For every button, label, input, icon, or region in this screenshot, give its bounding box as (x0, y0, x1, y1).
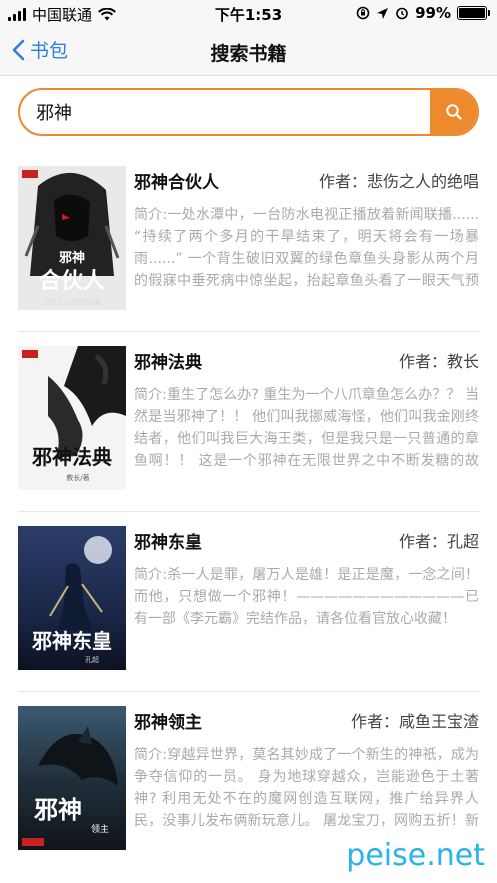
cover-subtitle: 教长/著 (66, 473, 89, 482)
cover-title-top: 邪神 (58, 250, 85, 266)
book-item[interactable]: 邪神 合伙人 悲伤之人的绝唱/著 邪神合伙人 作者：悲伤之人的绝唱 简介:一处水… (18, 152, 479, 332)
book-cover: 邪神 领主 (18, 706, 126, 850)
book-cover: 邪神 合伙人 悲伤之人的绝唱/著 (18, 166, 126, 310)
book-description: 简介:杀一人是罪，屠万人是雄！是正是魔，一念之间！而他，只想做一个邪神！————… (134, 567, 479, 627)
battery-icon (457, 6, 490, 20)
cover-subtitle: 悲伤之人的绝唱/著 (43, 297, 101, 306)
cover-title: 合伙人 (39, 268, 105, 294)
book-title[interactable]: 邪神东皇 (134, 528, 202, 553)
book-title[interactable]: 邪神法典 (134, 348, 202, 373)
book-author: 作者：孔超 (398, 532, 479, 551)
book-title[interactable]: 邪神合伙人 (134, 168, 219, 193)
cover-subtitle: 领主 (91, 823, 109, 835)
book-cover: 邪神东皇 孔超 (18, 526, 126, 670)
alarm-icon (396, 7, 408, 20)
rotation-lock-icon (356, 6, 370, 20)
book-list: 邪神 合伙人 悲伤之人的绝唱/著 邪神合伙人 作者：悲伤之人的绝唱 简介:一处水… (18, 152, 479, 872)
search-box (18, 88, 479, 136)
book-title[interactable]: 邪神领主 (134, 708, 202, 733)
book-cover: 邪神法典 教长/著 (18, 346, 126, 490)
page-title: 搜索书籍 (210, 43, 287, 65)
book-author: 作者：教长 (398, 352, 479, 371)
search-button[interactable] (430, 90, 477, 134)
book-item[interactable]: 邪神法典 教长/著 邪神法典 作者：教长 简介:重生了怎么办? 重生为一个八爪章… (18, 332, 479, 512)
book-description: 简介:穿越异世界，莫名其妙成了一个新生的神祇，成为争夺信仰的一员。 身为地球穿越… (134, 747, 479, 829)
search-input[interactable] (20, 90, 432, 134)
book-item[interactable]: 邪神东皇 孔超 邪神东皇 作者：孔超 简介:杀一人是罪，屠万人是雄！是正是魔，一… (18, 512, 479, 692)
battery-percent: 99% (415, 4, 451, 22)
book-author: 作者：咸鱼王宝渣 (350, 712, 479, 731)
search-icon (445, 104, 462, 120)
book-description: 简介:一处水潭中，一台防水电视正播放着新闻联播...... “持续了两个多月的干… (134, 207, 479, 289)
cover-title: 邪神东皇 (31, 629, 112, 653)
book-author: 作者：悲伤之人的绝唱 (318, 172, 479, 191)
cover-title: 邪神法典 (31, 445, 112, 469)
location-icon (377, 7, 389, 19)
cover-title: 邪神 (33, 795, 82, 824)
navigation-bar: 书包 搜索书籍 (0, 26, 497, 76)
cover-subtitle: 孔超 (85, 655, 99, 664)
watermark: peise.net (346, 838, 485, 873)
status-bar: 中国联通 下午1:53 99% (0, 0, 497, 26)
book-description: 简介:重生了怎么办? 重生为一个八爪章鱼怎么办？？ 当然是当邪神了！！ 他们叫我… (134, 387, 479, 469)
